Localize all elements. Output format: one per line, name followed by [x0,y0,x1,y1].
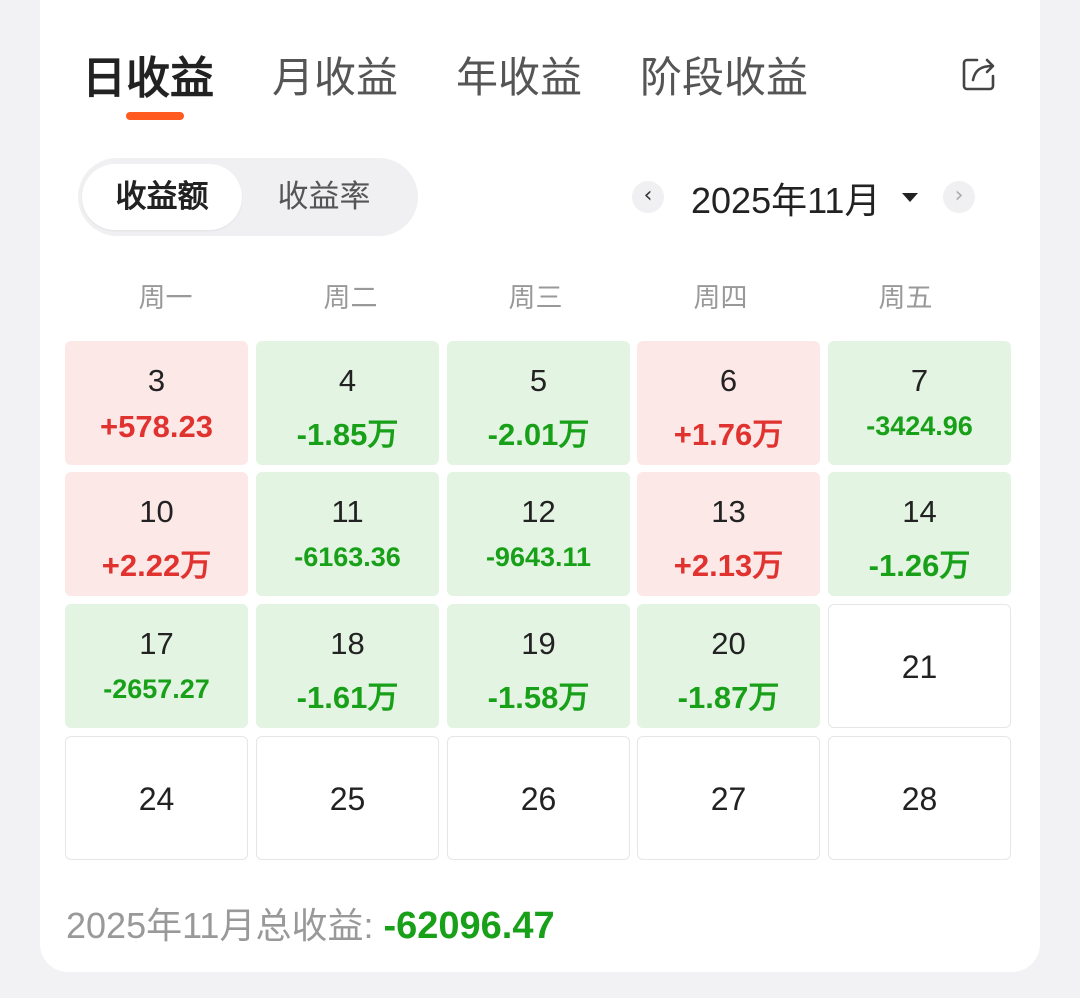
calendar-day-number: 11 [331,494,364,529]
calendar-day-return: -9643.11 [485,542,592,572]
calendar-day-cell[interactable]: 7 -3424.96 [828,341,1011,465]
calendar-day-return: -6163.36 [294,542,401,572]
calendar-day-number: 28 [901,781,938,817]
calendar-day-cell[interactable]: 4 -1.85万 [256,341,439,465]
calendar-day-return: -1.26万 [868,548,971,583]
calendar-day-cell[interactable]: 13 +2.13万 [637,472,820,596]
weekday-tue: 周二 [323,283,378,314]
caret-down-icon[interactable] [902,193,918,202]
month-label[interactable]: 2025年11月 [691,172,880,224]
calendar-day-cell[interactable]: 18 -1.61万 [256,604,439,728]
calendar-day-number: 21 [901,649,938,685]
active-tab-indicator [126,112,184,120]
calendar-day-cell[interactable]: 20 -1.87万 [637,604,820,728]
calendar-day-return: +578.23 [100,409,213,444]
calendar-day-cell[interactable]: 28 [828,736,1011,860]
calendar-day-number: 20 [711,626,746,661]
daily-returns-card: 日收益 月收益 年收益 阶段收益 收益额 收益率 ‹ 2025年11月 › 周一… [40,0,1040,972]
tab-monthly[interactable]: 月收益 [272,44,398,105]
calendar-day-cell[interactable]: 17 -2657.27 [65,604,248,728]
calendar-day-cell[interactable]: 3 +578.23 [65,341,248,465]
chevron-right-icon[interactable]: › [943,181,975,213]
metric-toggle: 收益额 收益率 [78,158,418,236]
calendar-day-number: 7 [910,363,929,398]
calendar-day-cell[interactable]: 25 [256,736,439,860]
weekday-thu: 周四 [693,283,748,314]
calendar-day-cell[interactable]: 6 +1.76万 [637,341,820,465]
calendar-day-return: +1.76万 [673,417,784,452]
calendar-day-cell[interactable]: 27 [637,736,820,860]
calendar-day-cell[interactable]: 24 [65,736,248,860]
calendar-day-number: 17 [139,626,174,661]
calendar-day-return: -1.87万 [677,680,780,715]
calendar-day-cell[interactable]: 26 [447,736,630,860]
calendar-day-return: -2657.27 [103,674,210,704]
rate-toggle-button[interactable]: 收益率 [244,164,404,230]
calendar-day-number: 14 [902,494,937,529]
calendar-day-number: 25 [329,781,366,817]
amount-toggle-button[interactable]: 收益额 [82,164,242,230]
calendar-day-return: -3424.96 [866,411,973,441]
calendar-day-cell[interactable]: 11 -6163.36 [256,472,439,596]
share-icon[interactable] [959,54,999,94]
chevron-left-icon[interactable]: ‹ [632,181,664,213]
calendar-day-number: 26 [520,781,557,817]
calendar-day-cell[interactable]: 5 -2.01万 [447,341,630,465]
calendar-day-number: 27 [710,781,747,817]
calendar-day-number: 4 [338,363,357,398]
calendar-day-number: 3 [147,363,166,398]
calendar-day-return: +2.22万 [101,548,212,583]
calendar-day-number: 24 [138,781,175,817]
calendar-day-number: 5 [529,363,548,398]
tab-period[interactable]: 阶段收益 [640,44,808,105]
calendar-day-number: 12 [521,494,556,529]
month-total-value: -62096.47 [383,905,555,947]
calendar-day-return: -1.61万 [296,680,399,715]
tab-daily[interactable]: 日收益 [82,42,214,106]
calendar-day-number: 13 [711,494,746,529]
calendar-day-return: -1.85万 [296,417,399,452]
month-total: 2025年11月总收益: -62096.47 [66,897,555,949]
calendar-day-cell[interactable]: 14 -1.26万 [828,472,1011,596]
calendar-day-return: +2.13万 [673,548,784,583]
weekday-mon: 周一 [138,283,193,314]
weekday-wed: 周三 [508,283,563,314]
calendar-day-number: 18 [330,626,365,661]
calendar-day-number: 6 [719,363,738,398]
calendar-day-return: -2.01万 [487,417,590,452]
calendar-day-cell[interactable]: 19 -1.58万 [447,604,630,728]
calendar-day-number: 19 [521,626,556,661]
calendar-day-cell[interactable]: 10 +2.22万 [65,472,248,596]
calendar-day-number: 10 [139,494,174,529]
weekday-fri: 周五 [878,283,933,314]
calendar-day-cell[interactable]: 12 -9643.11 [447,472,630,596]
tab-yearly[interactable]: 年收益 [456,44,582,105]
calendar-day-cell[interactable]: 21 [828,604,1011,728]
month-total-label: 2025年11月总收益: [66,905,384,946]
calendar-day-return: -1.58万 [487,680,590,715]
